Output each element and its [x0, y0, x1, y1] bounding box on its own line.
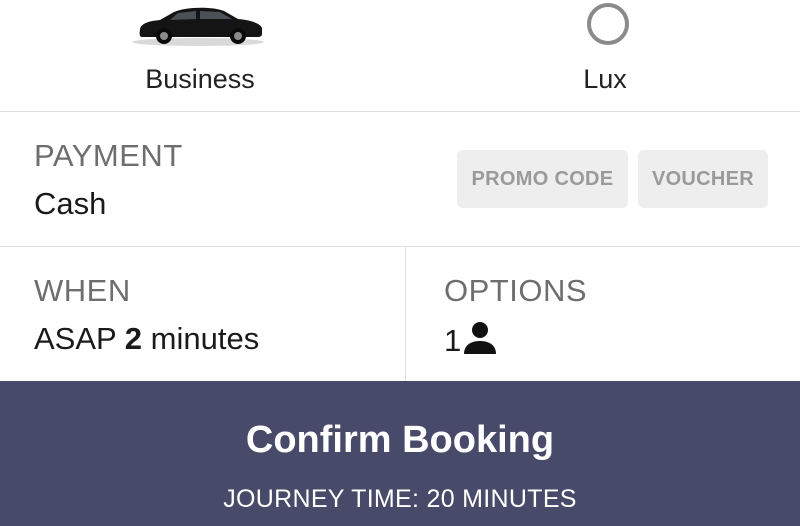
- options-heading: OPTIONS: [444, 273, 588, 308]
- payment-section[interactable]: PAYMENT Cash PROMO CODE VOUCHER: [0, 112, 800, 247]
- vehicle-option-lux[interactable]: Lux: [405, 0, 800, 111]
- promo-code-button[interactable]: PROMO CODE: [457, 150, 628, 208]
- car-icon: [132, 7, 264, 46]
- vehicle-label-lux: Lux: [583, 64, 627, 94]
- options-value: 1: [444, 321, 497, 359]
- vehicle-option-business[interactable]: Business: [0, 0, 400, 111]
- when-options-section: WHEN ASAP 2 minutes OPTIONS 1: [0, 247, 800, 381]
- payment-heading: PAYMENT: [34, 138, 183, 173]
- when-heading: WHEN: [34, 273, 131, 308]
- passenger-count: 1: [444, 323, 462, 358]
- when-selector[interactable]: WHEN ASAP 2 minutes: [0, 247, 405, 381]
- vehicle-selector: Business Lux: [0, 0, 800, 112]
- options-selector[interactable]: OPTIONS 1: [406, 247, 800, 381]
- when-value: ASAP 2 minutes: [34, 321, 259, 357]
- journey-time: JOURNEY TIME: 20 MINUTES: [223, 485, 577, 513]
- vehicle-label-business: Business: [145, 64, 255, 94]
- person-icon: [464, 322, 497, 354]
- voucher-button[interactable]: VOUCHER: [638, 150, 768, 208]
- when-prefix: ASAP: [34, 321, 117, 356]
- radio-unselected-icon: [587, 3, 629, 45]
- when-suffix: minutes: [150, 321, 260, 356]
- when-minutes: 2: [124, 321, 143, 356]
- confirm-booking-label: Confirm Booking: [245, 419, 555, 461]
- confirm-booking-button[interactable]: Confirm Booking JOURNEY TIME: 20 MINUTES: [0, 381, 800, 526]
- payment-method: Cash: [34, 186, 107, 221]
